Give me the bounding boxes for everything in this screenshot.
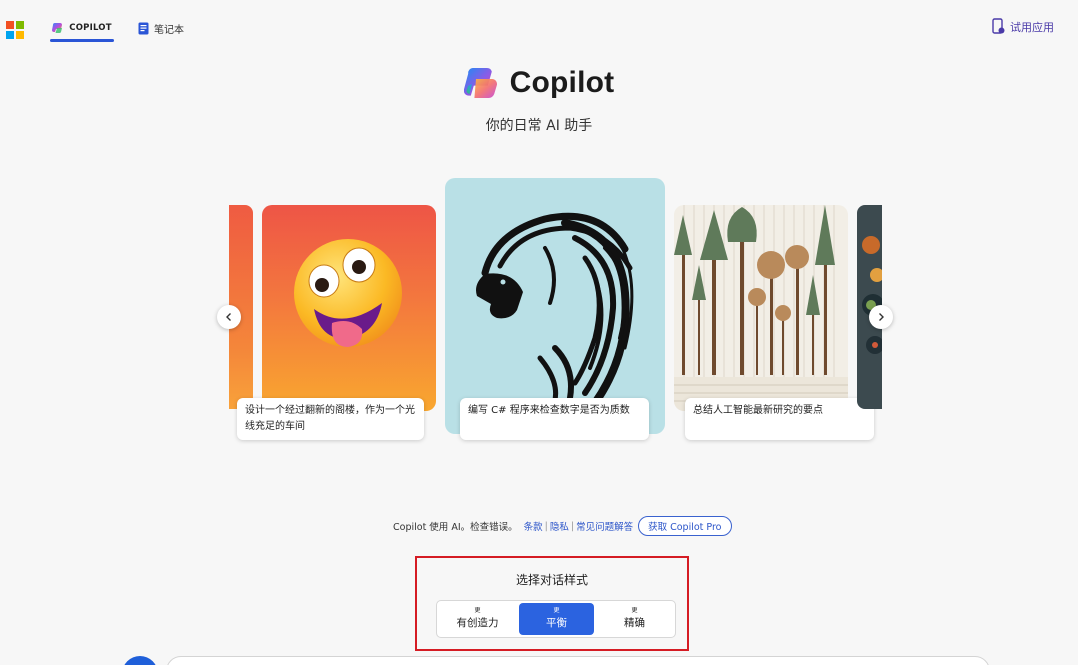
- carousel-card-emoji[interactable]: [262, 205, 436, 411]
- carousel-next-button[interactable]: [869, 305, 893, 329]
- style-option-label: 有创造力: [456, 617, 499, 629]
- phone-app-icon: [992, 18, 1005, 34]
- copilot-logo-icon: [463, 68, 497, 99]
- top-bar: COPILOT 笔记本 试用应用: [0, 0, 1078, 46]
- try-app-button[interactable]: 试用应用: [992, 18, 1054, 35]
- carousel-card-lion[interactable]: [445, 178, 665, 434]
- chevron-left-icon: [226, 313, 231, 321]
- conversation-style-panel: 选择对话样式 更 有创造力 更 平衡 更 精确: [415, 556, 689, 651]
- chat-input[interactable]: [166, 656, 990, 665]
- carousel-caption-1[interactable]: 设计一个经过翻新的阁楼，作为一个光线充足的车间: [237, 398, 424, 440]
- carousel-prev-button[interactable]: [217, 305, 241, 329]
- tab-copilot[interactable]: COPILOT: [50, 14, 114, 42]
- tab-notebook[interactable]: 笔记本: [138, 14, 184, 42]
- new-topic-button[interactable]: [122, 656, 158, 665]
- link-separator: |: [544, 520, 548, 532]
- disclaimer-text: Copilot 使用 AI。检查错误。: [393, 522, 518, 533]
- style-option-more: 更: [553, 607, 560, 614]
- link-separator: |: [570, 520, 575, 532]
- carousel-caption-3[interactable]: 总结人工智能最新研究的要点: [685, 398, 874, 440]
- prompt-carousel: 设计一个经过翻新的阁楼，作为一个光线充足的车间 编写 C# 程序来检查数字是否为…: [229, 176, 882, 448]
- active-tab-indicator: [50, 39, 114, 42]
- style-option-more: 更: [474, 607, 481, 614]
- disclaimer-row: Copilot 使用 AI。检查错误。 条款 | 隐私 | 常见问题解答 获取 …: [393, 516, 732, 536]
- faq-link[interactable]: 常见问题解答: [576, 519, 633, 533]
- zany-emoji-image: [294, 239, 402, 347]
- style-option-label: 平衡: [546, 617, 567, 629]
- conversation-style-selector: 更 有创造力 更 平衡 更 精确: [436, 600, 676, 638]
- chevron-right-icon: [879, 313, 884, 321]
- app-name: Copilot: [509, 66, 615, 99]
- privacy-link[interactable]: 隐私: [550, 519, 569, 533]
- style-option-precise[interactable]: 更 精确: [597, 603, 672, 635]
- conversation-style-title: 选择对话样式: [515, 573, 588, 587]
- tab-notebook-label: 笔记本: [154, 24, 184, 36]
- terms-link[interactable]: 条款: [524, 519, 543, 533]
- lion-line-art-image: [476, 212, 634, 416]
- style-option-creative[interactable]: 更 有创造力: [440, 603, 515, 635]
- tagline: 你的日常 AI 助手: [485, 118, 593, 134]
- style-option-more: 更: [631, 607, 638, 614]
- style-option-label: 精确: [624, 617, 645, 629]
- tree-chart-image: [674, 205, 848, 411]
- carousel-caption-2[interactable]: 编写 C# 程序来检查数字是否为质数: [460, 398, 649, 440]
- get-copilot-pro-button[interactable]: 获取 Copilot Pro: [638, 516, 732, 536]
- microsoft-logo-icon[interactable]: [6, 21, 24, 39]
- try-app-label: 试用应用: [1010, 20, 1054, 34]
- style-option-balanced[interactable]: 更 平衡: [519, 603, 594, 635]
- carousel-card-trees[interactable]: [674, 205, 848, 411]
- hero-title: Copilot: [0, 66, 1078, 100]
- copilot-icon: [52, 23, 63, 34]
- notebook-icon: [138, 22, 149, 34]
- tab-copilot-label: COPILOT: [69, 23, 112, 33]
